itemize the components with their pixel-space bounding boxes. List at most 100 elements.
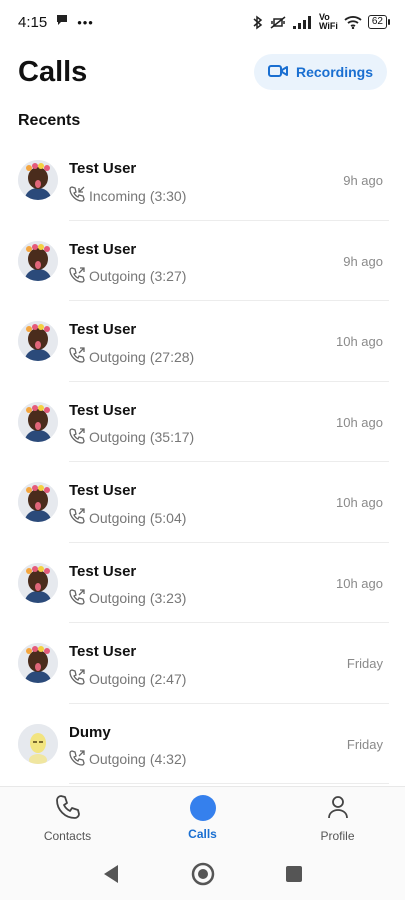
call-duration: (2:47) <box>149 670 187 687</box>
avatar-test-user <box>18 562 58 603</box>
battery-icon: 62 <box>367 15 391 29</box>
call-row[interactable]: Test User Incoming (3:30) 9h ago <box>0 140 405 221</box>
call-detail: Outgoing (5:04) <box>69 508 186 527</box>
caller-name: Test User <box>69 643 137 660</box>
call-duration: (5:04) <box>149 509 187 526</box>
header: Calls Recordings <box>18 50 387 94</box>
recordings-label: Recordings <box>295 64 373 80</box>
caller-name: Dumy <box>69 723 111 741</box>
outgoing-call-icon <box>69 508 85 527</box>
call-detail: Outgoing (27:28) <box>69 347 194 366</box>
call-direction: Outgoing <box>89 670 146 687</box>
wifi-icon <box>344 15 362 29</box>
call-info: Test User Outgoing (5:04) <box>69 482 186 527</box>
bottom-tab-bar: Contacts Calls Profile <box>0 786 405 849</box>
phone-icon <box>55 794 81 823</box>
call-row[interactable]: Test User Outgoing (27:28) 10h ago <box>0 301 405 382</box>
call-time: 9h ago <box>343 253 383 269</box>
call-time: 9h ago <box>343 173 383 188</box>
call-row[interactable]: Test User Outgoing (2:47) Friday <box>0 623 405 704</box>
avatar-test-user <box>18 321 58 361</box>
row-divider <box>69 783 389 784</box>
call-row[interactable]: Test User Outgoing (35:17) 10h ago <box>0 382 405 462</box>
outgoing-call-icon <box>69 588 85 608</box>
outgoing-call-icon <box>69 266 85 286</box>
call-duration: (27:28) <box>149 348 195 365</box>
tab-label-calls: Calls <box>188 827 217 841</box>
call-direction: Outgoing <box>89 590 146 606</box>
tab-calls[interactable]: Calls <box>135 787 270 849</box>
call-info: Test User Outgoing (3:23) <box>69 563 186 608</box>
volte-wifi-indicator: Vo WiFi <box>319 13 338 31</box>
recordings-button[interactable]: Recordings <box>253 54 387 90</box>
call-duration: (3:27) <box>149 268 187 284</box>
page-title: Calls <box>18 55 88 88</box>
call-duration: (4:32) <box>149 751 187 767</box>
call-row[interactable]: Test User Outgoing (3:27) 9h ago <box>0 221 405 301</box>
system-nav-bar <box>0 848 405 900</box>
caller-name: Test User <box>69 401 137 419</box>
caller-name: Test User <box>69 562 137 580</box>
section-title: Recents <box>18 112 81 129</box>
person-icon <box>325 794 351 823</box>
tab-contacts[interactable]: Contacts <box>0 787 135 849</box>
call-row[interactable]: Test User Outgoing (5:04) 10h ago <box>0 462 405 543</box>
status-time: 4:15 <box>18 13 48 31</box>
caller-name: Test User <box>69 160 137 177</box>
bluetooth-icon <box>252 15 263 30</box>
status-bar: 4:15 ••• Vo WiFi 62 <box>0 0 405 44</box>
status-right: Vo WiFi 62 <box>252 13 391 31</box>
avatar-test-user <box>18 401 58 442</box>
call-duration: (3:23) <box>149 590 187 606</box>
caller-name: Test User <box>69 321 137 338</box>
call-direction: Outgoing <box>89 268 146 284</box>
outgoing-call-icon <box>69 427 85 447</box>
call-detail: Outgoing (3:23) <box>69 588 187 608</box>
call-detail: Outgoing (35:17) <box>69 427 195 447</box>
tab-profile[interactable]: Profile <box>270 787 405 849</box>
chat-notification-icon <box>55 13 69 31</box>
call-time: Friday <box>346 656 383 671</box>
call-info: Test User Outgoing (2:47) <box>69 643 186 688</box>
call-direction: Outgoing <box>89 751 146 767</box>
home-icon[interactable] <box>191 862 215 886</box>
call-direction: Incoming <box>89 187 146 204</box>
avatar-test-user <box>18 160 58 200</box>
status-left: 4:15 ••• <box>18 13 94 31</box>
recents-icon[interactable] <box>285 865 303 883</box>
outgoing-call-icon <box>69 347 85 366</box>
call-detail: Outgoing (3:27) <box>69 266 187 286</box>
call-duration: (3:30) <box>149 187 187 204</box>
call-time: 10h ago <box>336 334 383 349</box>
tab-label-contacts: Contacts <box>43 828 92 843</box>
call-detail: Incoming (3:30) <box>69 186 186 205</box>
call-detail: Outgoing (2:47) <box>69 669 186 688</box>
caller-name: Test User <box>69 240 137 258</box>
call-row[interactable]: Test User Outgoing (3:23) 10h ago <box>0 543 405 623</box>
video-camera-icon <box>267 64 288 81</box>
call-info: Dumy Outgoing (4:32) <box>69 724 186 769</box>
call-info: Test User Outgoing (27:28) <box>69 321 194 366</box>
outgoing-call-icon <box>69 669 85 688</box>
avatar-dumy <box>18 723 58 764</box>
caller-name: Test User <box>69 482 137 499</box>
call-time: 10h ago <box>336 495 383 510</box>
call-info: Test User Outgoing (35:17) <box>69 402 194 447</box>
calls-dot-icon <box>189 795 216 821</box>
call-info: Test User Outgoing (3:27) <box>69 241 186 286</box>
call-row[interactable]: Dumy Outgoing (4:32) Friday <box>0 704 405 784</box>
call-direction: Outgoing <box>89 429 146 445</box>
avatar-test-user <box>18 643 58 683</box>
call-duration: (35:17) <box>149 429 195 445</box>
call-time: 10h ago <box>336 575 383 591</box>
call-direction: Outgoing <box>89 348 146 365</box>
back-icon[interactable] <box>102 864 120 884</box>
avatar-test-user <box>18 240 58 281</box>
call-info: Test User Incoming (3:30) <box>69 160 186 205</box>
tab-label-profile: Profile <box>320 828 355 843</box>
call-list: Test User Incoming (3:30) 9h ago Test Us… <box>0 140 405 784</box>
mute-vibrate-icon <box>269 15 287 30</box>
call-time: Friday <box>346 736 383 752</box>
incoming-call-icon <box>69 186 85 205</box>
wifi-calling-label: WiFi <box>318 21 338 31</box>
